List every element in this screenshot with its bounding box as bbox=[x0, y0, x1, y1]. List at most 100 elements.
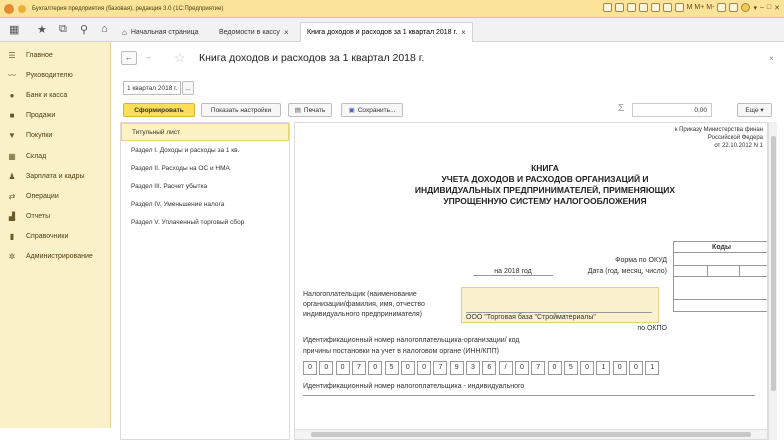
tab-strip: ▦ ★ ⧉ ⚲ ⌂ ⌂ Начальная страница Ведомости… bbox=[0, 18, 784, 42]
sidebar-item-label: Склад bbox=[26, 152, 47, 160]
table-icon[interactable] bbox=[662, 3, 672, 12]
inn-cell: 0 bbox=[629, 361, 643, 375]
inn-cell: 0 bbox=[547, 361, 562, 375]
warehouse-icon: ▦ bbox=[8, 151, 16, 161]
close-window-icon[interactable]: ✕ bbox=[774, 4, 780, 12]
inn-cell: 0 bbox=[335, 361, 350, 375]
window-list-icon[interactable] bbox=[729, 3, 739, 12]
section-item-1[interactable]: Раздел I. Доходы и расходы за 1 кв. bbox=[121, 141, 289, 159]
payer-name-field[interactable]: ООО "Торговая база "Стройматериалы" bbox=[461, 287, 659, 323]
print-icon[interactable] bbox=[614, 3, 624, 12]
section-item-3[interactable]: Раздел III. Расчет убытка bbox=[121, 177, 289, 195]
sidebar-item-main[interactable]: ☰ Главное bbox=[0, 45, 110, 65]
report-heading-3: ИНДИВИДУАЛЬНЫХ ПРЕДПРИНИМАТЕЛЕЙ, ПРИМЕНЯ… bbox=[414, 185, 676, 195]
sidebar-item-operations[interactable]: ⇄ Операции bbox=[0, 186, 110, 206]
codes-header: Коды bbox=[673, 241, 767, 253]
tab-home[interactable]: ⌂ Начальная страница bbox=[116, 22, 205, 42]
payer-label-1: Налогоплательщик (наименование bbox=[303, 291, 417, 298]
tab-income-book[interactable]: Книга доходов и расходов за 1 квартал 20… bbox=[300, 22, 473, 42]
printer-icon: ▤ bbox=[294, 107, 301, 114]
zoom-icon[interactable] bbox=[717, 3, 727, 12]
sidebar-item-reports[interactable]: ▟ Отчеты bbox=[0, 207, 110, 227]
horizontal-scrollbar[interactable] bbox=[295, 429, 767, 439]
print-button[interactable]: ▤ Печать bbox=[288, 103, 332, 117]
tab-close-icon[interactable]: × bbox=[461, 28, 466, 37]
report-heading-1: КНИГА bbox=[531, 163, 559, 173]
forward-button[interactable]: → bbox=[140, 51, 156, 65]
form-okud-label: Форма по ОКУД bbox=[615, 257, 667, 264]
period-input[interactable]: 1 квартал 2018 г. bbox=[123, 81, 181, 95]
preview-icon[interactable] bbox=[626, 3, 636, 12]
okpo-label: по ОКПО bbox=[637, 325, 667, 332]
tab-close-icon[interactable]: × bbox=[284, 28, 289, 37]
sidebar-item-references[interactable]: ▮ Справочники bbox=[0, 227, 110, 247]
book-icon: ▮ bbox=[9, 232, 15, 242]
section-item-2[interactable]: Раздел II. Расходы на ОС и НМА bbox=[121, 159, 289, 177]
inn-cell: 5 bbox=[384, 361, 399, 375]
period-select-button[interactable]: ... bbox=[182, 81, 194, 95]
sum-field: 0,00 bbox=[632, 103, 712, 117]
bag-icon: ■ bbox=[9, 111, 15, 121]
home-icon: ⌂ bbox=[122, 27, 127, 37]
codes-column bbox=[673, 253, 767, 311]
vertical-scrollbar[interactable] bbox=[768, 122, 777, 440]
show-settings-button[interactable]: Показать настройки bbox=[201, 103, 281, 117]
section-item-5[interactable]: Раздел V. Уплаченный торговый сбор bbox=[121, 213, 289, 231]
sidebar-item-sales[interactable]: ■ Продажи bbox=[0, 106, 110, 126]
inn-cell: 0 bbox=[400, 361, 415, 375]
favorites-icon[interactable]: ★ bbox=[37, 23, 47, 36]
sidebar-item-label: Администрирование bbox=[26, 253, 93, 261]
back-button[interactable]: ← bbox=[121, 51, 137, 65]
sidebar-item-label: Отчеты bbox=[26, 213, 51, 221]
minimize-icon[interactable]: ‒ bbox=[760, 4, 764, 11]
disk-icon: ▣ bbox=[348, 107, 355, 114]
calendar-icon[interactable] bbox=[638, 3, 648, 12]
inn-cell: 9 bbox=[449, 361, 464, 375]
inn-cell: 7 bbox=[351, 361, 366, 375]
maximize-icon[interactable]: □ bbox=[767, 4, 771, 11]
sidebar-item-label: Руководителю bbox=[26, 71, 73, 79]
sidebar-item-warehouse[interactable]: ▦ Склад bbox=[0, 146, 110, 166]
payer-label-2: организации/фамилия, имя, отчество bbox=[303, 301, 425, 308]
sidebar-item-bank[interactable]: ● Банк и касса bbox=[0, 85, 110, 105]
favorite-star-icon[interactable]: ☆ bbox=[174, 50, 186, 66]
inn-cell: 1 bbox=[596, 361, 611, 375]
payer-name-value: ООО "Торговая база "Стройматериалы" bbox=[466, 312, 652, 321]
order-reference-line1: к Приказу Министерства финан bbox=[674, 127, 763, 133]
save-icon[interactable] bbox=[602, 3, 612, 12]
inn-cell: 0 bbox=[612, 361, 627, 375]
notifications-icon[interactable]: ⌂ bbox=[101, 23, 108, 35]
sidebar-item-salary[interactable]: ♟ Зарплата и кадры bbox=[0, 166, 110, 186]
history-icon[interactable]: ⧉ bbox=[59, 23, 67, 36]
tab-income-book-label: Книга доходов и расходов за 1 квартал 20… bbox=[307, 29, 458, 36]
inn-cell: 1 bbox=[645, 361, 660, 375]
main-panel: ← → ☆ Книга доходов и расходов за 1 квар… bbox=[112, 42, 784, 440]
chart-icon: 〰 bbox=[8, 70, 16, 80]
window-title: Бухгалтерия предприятия (базовая), редак… bbox=[32, 5, 224, 12]
title-bar-tools: M M+ M- ▾ ‒ □ ✕ bbox=[602, 3, 780, 12]
section-item-4[interactable]: Раздел IV. Уменьшение налога bbox=[121, 195, 289, 213]
menu-icon[interactable] bbox=[18, 4, 26, 13]
section-list: Титульный лист Раздел I. Доходы и расход… bbox=[120, 122, 290, 440]
memory-buttons[interactable]: M M+ M- bbox=[687, 4, 715, 11]
dropdown-icon[interactable]: ▾ bbox=[753, 4, 757, 12]
search-icon[interactable]: ⚲ bbox=[80, 23, 88, 36]
close-form-icon[interactable]: × bbox=[769, 54, 774, 63]
horizontal-scroll-thumb[interactable] bbox=[311, 432, 751, 437]
calculator-icon[interactable] bbox=[650, 3, 660, 12]
section-item-title[interactable]: Титульный лист bbox=[121, 123, 289, 141]
print-label: Печать bbox=[303, 106, 326, 114]
sidebar-item-manager[interactable]: 〰 Руководителю bbox=[0, 65, 110, 85]
vertical-scroll-thumb[interactable] bbox=[771, 136, 776, 391]
tab-cash-statements[interactable]: Ведомости в кассу × bbox=[213, 22, 295, 42]
save-button[interactable]: ▣ Сохранить... bbox=[341, 103, 403, 117]
inn-cell: 7 bbox=[531, 361, 546, 375]
info-icon[interactable] bbox=[741, 3, 751, 12]
grid-menu-icon[interactable]: ▦ bbox=[9, 23, 19, 36]
generate-button[interactable]: Сформировать bbox=[123, 103, 195, 117]
sidebar-item-purchases[interactable]: ▼ Покупки bbox=[0, 126, 110, 146]
copy-icon[interactable] bbox=[674, 3, 684, 12]
list-icon: ☰ bbox=[8, 50, 16, 60]
sidebar-item-admin[interactable]: ✲ Администрирование bbox=[0, 247, 110, 267]
more-button[interactable]: Еще ▾ bbox=[737, 103, 772, 117]
